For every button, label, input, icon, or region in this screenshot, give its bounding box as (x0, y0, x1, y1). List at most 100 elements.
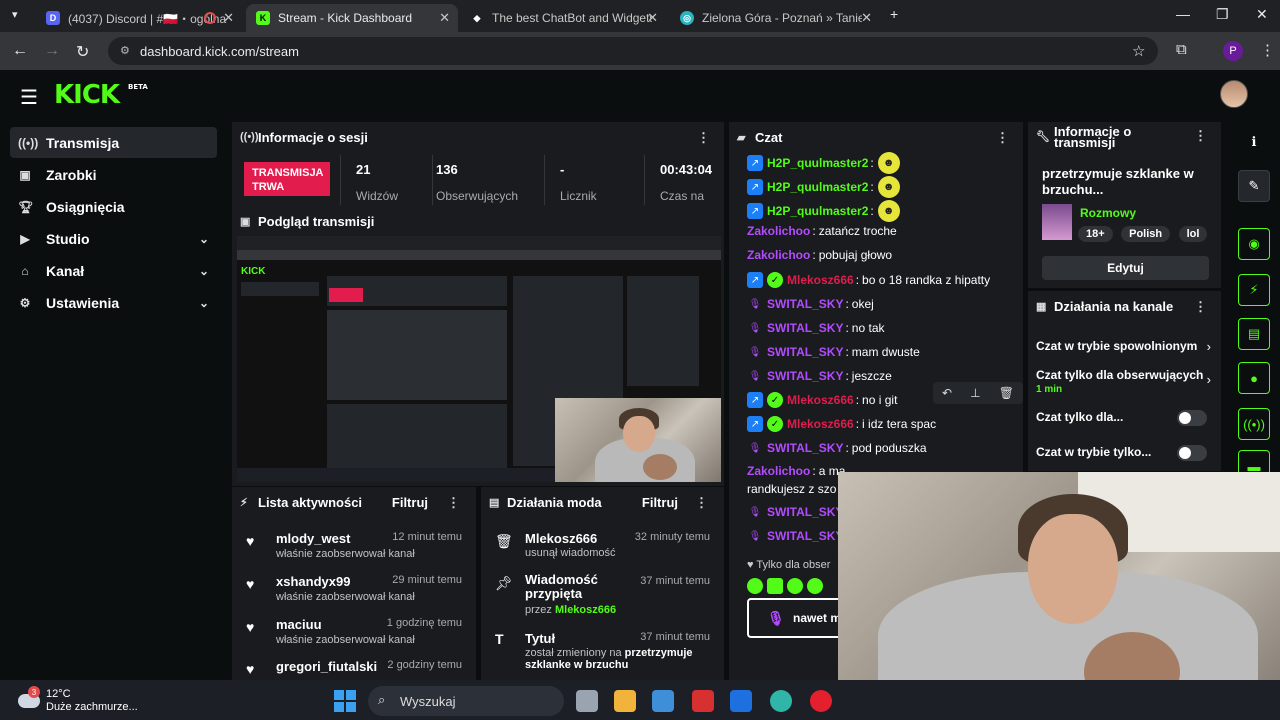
taskbar-search[interactable]: ⌕ Wyszukaj (368, 686, 564, 716)
chat-message[interactable]: Zakolichoo: pobujaj głowo (747, 248, 892, 262)
emote-icon[interactable] (747, 578, 763, 594)
more-options-icon[interactable]: ⋮ (1194, 299, 1207, 315)
edit-button[interactable]: Edytuj (1042, 256, 1209, 280)
url-input[interactable]: ⚙ dashboard.kick.com/stream (108, 37, 1158, 65)
new-tab-icon[interactable]: + (890, 6, 898, 22)
chat-username[interactable]: Mlekosz666 (787, 393, 854, 407)
edge-icon[interactable] (770, 690, 792, 712)
store-icon[interactable] (652, 690, 674, 712)
tab-chatbot[interactable]: ◆ The best ChatBot and Widgets ✕ (460, 4, 666, 32)
browser-menu-icon[interactable]: ⋮ (1260, 41, 1275, 59)
chat-message[interactable]: randkujesz z szo (747, 482, 836, 496)
pin-icon[interactable]: ⊥ (970, 386, 980, 400)
tab-kick-dashboard[interactable]: K Stream - Kick Dashboard ✕ (246, 4, 458, 32)
tag[interactable]: lol (1178, 226, 1208, 242)
bookmark-star-icon[interactable]: ☆ (1132, 42, 1145, 60)
filter-button[interactable]: Filtruj (642, 495, 678, 510)
tag[interactable]: Polish (1121, 226, 1171, 242)
broadcast-icon[interactable]: ((•)) (1238, 408, 1270, 440)
toggle-switch[interactable] (1177, 445, 1207, 461)
maximize-icon[interactable]: ❐ (1216, 6, 1229, 23)
sidebar-item-studio[interactable]: ▶ Studio ⌄ (10, 223, 217, 254)
category-thumbnail[interactable] (1042, 204, 1072, 240)
chat-message[interactable]: ↗ H2P_quulmaster2: ☻ (747, 176, 900, 198)
chat-username[interactable]: H2P_quulmaster2 (767, 156, 868, 170)
chat-message[interactable]: Zakolichoo: zatańcz troche (747, 224, 897, 238)
toggle-switch[interactable] (1177, 410, 1207, 426)
chat-username[interactable]: SWITAL_SKY (767, 529, 843, 543)
channel-action-slow-mode[interactable]: Czat w trybie spowolnionym › (1028, 339, 1221, 359)
kick-logo[interactable]: KICK BETA (54, 80, 148, 110)
sidebar-item-ustawienia[interactable]: ⚙ Ustawienia ⌄ (10, 287, 217, 318)
chat-message[interactable]: 🎙︎ SWITAL_SKY: okej (747, 296, 874, 312)
profile-avatar[interactable]: P (1223, 41, 1243, 61)
delete-icon[interactable]: 🗑︎ (999, 386, 1014, 400)
dropbox-icon[interactable] (730, 690, 752, 712)
info-icon[interactable]: ℹ (1238, 126, 1270, 158)
chat-message[interactable]: ↗ ✓ Mlekosz666: no i git (747, 392, 897, 408)
mod-action-user[interactable]: Mlekosz666 (555, 604, 616, 616)
chat-message[interactable]: ↗ H2P_quulmaster2: ☻ (747, 152, 900, 174)
tag[interactable]: 18+ (1078, 226, 1113, 242)
chat-message[interactable]: 🎙︎SWITAL_SKY: (747, 528, 849, 544)
emote-icon[interactable] (787, 578, 803, 594)
chat-username[interactable]: SWITAL_SKY (767, 441, 843, 455)
antivirus-icon[interactable] (692, 690, 714, 712)
forward-icon[interactable]: → (44, 42, 60, 60)
back-icon[interactable]: ← (12, 42, 28, 60)
emote-icon[interactable] (807, 578, 823, 594)
notes-icon[interactable]: ▤ (1238, 318, 1270, 350)
emote-icon[interactable] (767, 578, 783, 594)
file-explorer-icon[interactable] (614, 690, 636, 712)
more-options-icon[interactable]: ⋮ (447, 495, 460, 511)
channel-action-followers-only[interactable]: Czat tylko dla obserwujących 1 min › (1028, 368, 1221, 398)
tab-search-icon[interactable]: ▾ (12, 8, 18, 21)
filter-button[interactable]: Filtruj (392, 495, 428, 510)
lightning-icon[interactable]: ⚡︎ (1238, 274, 1270, 306)
close-icon[interactable]: ✕ (439, 10, 450, 26)
chat-message[interactable]: 🎙︎ SWITAL_SKY: no tak (747, 320, 885, 336)
sidebar-item-kanal[interactable]: ⌂ Kanał ⌄ (10, 255, 217, 286)
chat-message[interactable]: 🎙︎ SWITAL_SKY: jeszcze (747, 368, 892, 384)
chat-message[interactable]: ↗ ✓ Mlekosz666: bo o 18 randka z hipatty (747, 272, 990, 288)
extensions-icon[interactable]: ⧉ (1176, 41, 1187, 58)
chat-username[interactable]: Zakolichoo (747, 224, 810, 238)
sidebar-item-zarobki[interactable]: ▣ Zarobki (10, 159, 217, 190)
chat-username[interactable]: Zakolichoo (747, 248, 810, 262)
chat-message[interactable]: 🎙︎SWITAL_SKY: (747, 504, 849, 520)
chat-username[interactable]: Mlekosz666 (787, 417, 854, 431)
stream-preview-video[interactable]: KICK (237, 236, 721, 482)
chat-username[interactable]: SWITAL_SKY (767, 297, 843, 311)
close-icon[interactable]: ✕ (647, 10, 658, 26)
weather-widget[interactable]: 3 12°C Duże zachmurze... (18, 686, 158, 714)
close-icon[interactable]: ✕ (223, 10, 234, 26)
tab-bus-tickets[interactable]: ◎ Zielona Góra - Poznań » Tanie bilety ✕ (670, 4, 880, 32)
windows-start-icon[interactable] (334, 690, 356, 712)
window-close-icon[interactable]: ✕ (1256, 6, 1268, 23)
chat-username[interactable]: Zakolichoo (747, 464, 810, 478)
chat-message[interactable]: 🎙︎ SWITAL_SKY: pod poduszka (747, 440, 927, 456)
reply-icon[interactable]: ↶ (942, 386, 952, 400)
menu-icon[interactable]: ☰ (20, 85, 38, 110)
chat-message[interactable]: 🎙︎ SWITAL_SKY: mam dwuste (747, 344, 920, 360)
user-avatar[interactable] (1220, 80, 1248, 108)
chat-username[interactable]: Mlekosz666 (787, 273, 854, 287)
chat-username[interactable]: H2P_quulmaster2 (767, 204, 868, 218)
activity-username[interactable]: mlody_west (276, 531, 350, 546)
chat-username[interactable]: H2P_quulmaster2 (767, 180, 868, 194)
sidebar-item-transmisja[interactable]: ((•)) Transmisja (10, 127, 217, 158)
task-view-icon[interactable] (576, 690, 598, 712)
category-name[interactable]: Rozmowy (1080, 206, 1136, 220)
chat-message[interactable]: ↗ ✓ Mlekosz666: i idz tera spac (747, 416, 936, 432)
chat-message[interactable]: Zakolichoo: a ma (747, 464, 845, 478)
chat-bubble-icon[interactable]: ● (1238, 362, 1270, 394)
chat-username[interactable]: SWITAL_SKY (767, 345, 843, 359)
more-options-icon[interactable]: ⋮ (996, 130, 1009, 146)
close-icon[interactable]: ✕ (861, 10, 872, 26)
more-options-icon[interactable]: ⋮ (695, 495, 708, 511)
activity-username[interactable]: xshandyx99 (276, 574, 350, 589)
edit-icon[interactable]: ✎ (1238, 170, 1270, 202)
more-options-icon[interactable]: ⋮ (1194, 129, 1207, 142)
chat-username[interactable]: SWITAL_SKY (767, 505, 843, 519)
chat-username[interactable]: SWITAL_SKY (767, 321, 843, 335)
